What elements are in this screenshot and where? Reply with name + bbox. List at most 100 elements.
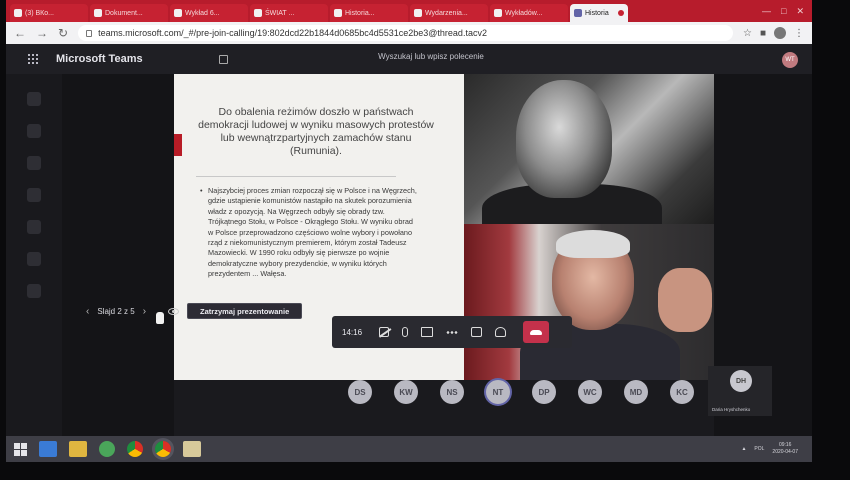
phone-icon bbox=[530, 329, 543, 335]
app-title: Microsoft Teams bbox=[56, 53, 143, 65]
show-chat-icon[interactable] bbox=[471, 327, 483, 337]
files-icon[interactable] bbox=[27, 284, 41, 298]
system-tray: ▲ POL 09:16 2020-04-07 bbox=[741, 442, 798, 456]
browser-actions: ☆ ■ ⋮ bbox=[743, 27, 804, 39]
favicon-icon bbox=[94, 9, 102, 17]
reload-icon[interactable]: ↻ bbox=[58, 26, 68, 40]
os-taskbar: ▲ POL 09:16 2020-04-07 bbox=[6, 436, 812, 462]
extension-icon[interactable]: ■ bbox=[760, 28, 766, 39]
eye-icon[interactable] bbox=[168, 307, 180, 315]
browser-tab[interactable]: Wydarzenia... bbox=[410, 4, 488, 22]
browser-tab-label: Wykładów... bbox=[505, 9, 543, 17]
hang-up-button[interactable] bbox=[523, 321, 550, 343]
slide-divider bbox=[196, 176, 396, 177]
meeting-stage: Do obalenia reżimów doszło w państwach d… bbox=[62, 74, 812, 436]
favicon-icon bbox=[494, 9, 502, 17]
compose-icon[interactable] bbox=[218, 54, 228, 64]
windows-start-icon[interactable] bbox=[14, 442, 27, 456]
screen: (3) ВКо... Dokument... Wykład 6... ŚWIAT… bbox=[6, 0, 812, 462]
participant-avatar[interactable]: KC bbox=[670, 380, 694, 404]
stop-presenting-button[interactable]: Zatrzymaj prezentowanie bbox=[187, 303, 303, 319]
participant-avatar-speaking[interactable]: NT bbox=[486, 380, 510, 404]
window-controls: — □ ✕ bbox=[762, 6, 812, 22]
browser-tab-label: Historia bbox=[585, 9, 609, 17]
store-icon[interactable] bbox=[39, 441, 57, 457]
favicon-icon bbox=[334, 9, 342, 17]
browser-tab-label: ŚWIAT ... bbox=[265, 9, 295, 17]
close-icon[interactable]: ✕ bbox=[796, 6, 804, 17]
participants-icon[interactable] bbox=[495, 327, 507, 337]
app-icon[interactable] bbox=[183, 441, 201, 457]
chat-icon[interactable] bbox=[27, 124, 41, 138]
more-options-icon[interactable] bbox=[446, 330, 459, 334]
self-avatar: DH bbox=[730, 370, 752, 392]
menu-icon[interactable]: ⋮ bbox=[794, 28, 804, 39]
back-icon[interactable]: ← bbox=[14, 26, 26, 40]
browser-tab[interactable]: ŚWIAT ... bbox=[250, 4, 328, 22]
forward-icon[interactable]: → bbox=[36, 26, 48, 40]
clock-date: 2020-04-07 bbox=[772, 449, 798, 455]
clock[interactable]: 09:16 2020-04-07 bbox=[772, 442, 798, 456]
participant-avatar[interactable]: WC bbox=[578, 380, 602, 404]
participant-avatar[interactable]: NS bbox=[440, 380, 464, 404]
browser-tab[interactable]: Wykład 6... bbox=[170, 4, 248, 22]
browser-tab[interactable]: Dokument... bbox=[90, 4, 168, 22]
favicon-icon bbox=[254, 9, 262, 17]
search-input[interactable]: Wyszukaj lub wpisz polecenie bbox=[306, 52, 556, 66]
keyboard-language[interactable]: POL bbox=[754, 446, 764, 452]
microphone-icon[interactable] bbox=[402, 327, 409, 337]
teams-icon[interactable] bbox=[27, 156, 41, 170]
self-video-tile[interactable]: DH Daria Hryshchenko bbox=[708, 366, 772, 416]
app-rail bbox=[6, 74, 62, 436]
photo-frame: (3) ВКо... Dokument... Wykład 6... ŚWIAT… bbox=[0, 0, 850, 480]
browser-tab-label: Historia... bbox=[345, 9, 375, 17]
profile-avatar[interactable] bbox=[774, 27, 786, 39]
slide-bullet: Najszybciej proces zmian rozpoczął się w… bbox=[200, 186, 418, 280]
app-icon[interactable] bbox=[99, 441, 115, 457]
browser-tabstrip: (3) ВКо... Dokument... Wykład 6... ŚWIAT… bbox=[6, 0, 812, 22]
call-duration: 14:16 bbox=[342, 327, 363, 337]
slide-counter: Slajd 2 z 5 bbox=[97, 306, 135, 316]
file-explorer-icon[interactable] bbox=[69, 441, 87, 457]
teams-header: Microsoft Teams Wyszukaj lub wpisz polec… bbox=[6, 44, 812, 74]
browser-tab-active[interactable]: Historia bbox=[570, 4, 628, 22]
favicon-icon bbox=[174, 9, 182, 17]
minimize-icon[interactable]: — bbox=[762, 6, 771, 17]
camera-off-icon[interactable] bbox=[379, 327, 390, 337]
browser-tab-label: (3) ВКо... bbox=[25, 9, 54, 17]
app-launcher-icon[interactable] bbox=[28, 54, 38, 64]
participant-avatar[interactable]: DP bbox=[532, 380, 556, 404]
next-slide-icon[interactable]: › bbox=[143, 306, 146, 317]
slide-accent-bar bbox=[174, 134, 182, 156]
previous-slide-icon[interactable]: ‹ bbox=[86, 306, 89, 317]
slide-title: Do obalenia reżimów doszło w państwach d… bbox=[198, 106, 434, 157]
browser-tab[interactable]: Wykładów... bbox=[490, 4, 568, 22]
clock-time: 09:16 bbox=[778, 442, 792, 448]
participant-list: DS KW NS NT DP WC MD KC bbox=[348, 380, 694, 404]
teams-favicon-icon bbox=[574, 9, 582, 17]
network-icon[interactable]: ▲ bbox=[741, 446, 746, 452]
browser-tab[interactable]: (3) ВКо... bbox=[10, 4, 88, 22]
url-input[interactable]: teams.microsoft.com/_#/pre-join-calling/… bbox=[78, 25, 733, 41]
favicon-icon bbox=[414, 9, 422, 17]
browser-tab[interactable]: Historia... bbox=[330, 4, 408, 22]
star-icon[interactable]: ☆ bbox=[743, 28, 752, 39]
maximize-icon[interactable]: □ bbox=[781, 6, 786, 17]
participant-avatar[interactable]: KW bbox=[394, 380, 418, 404]
slide-controls: ‹ Slajd 2 z 5 › Zatrzymaj prezentowanie bbox=[86, 302, 303, 320]
share-screen-icon[interactable] bbox=[421, 327, 434, 337]
participant-avatar[interactable]: DS bbox=[348, 380, 372, 404]
activity-icon[interactable] bbox=[27, 92, 41, 106]
recording-dot-icon bbox=[618, 10, 624, 16]
calendar-icon[interactable] bbox=[27, 220, 41, 234]
address-bar: ← → ↻ teams.microsoft.com/_#/pre-join-ca… bbox=[6, 22, 812, 44]
calls-icon[interactable] bbox=[27, 252, 41, 266]
browser-tab-label: Wykład 6... bbox=[185, 9, 220, 17]
assignments-icon[interactable] bbox=[27, 188, 41, 202]
chrome-active-icon[interactable] bbox=[155, 441, 171, 457]
participant-avatar[interactable]: MD bbox=[624, 380, 648, 404]
browser-tab-label: Dokument... bbox=[105, 9, 143, 17]
slide-portrait-top bbox=[464, 74, 714, 224]
user-avatar[interactable]: WT bbox=[782, 52, 798, 68]
chrome-icon[interactable] bbox=[127, 441, 143, 457]
